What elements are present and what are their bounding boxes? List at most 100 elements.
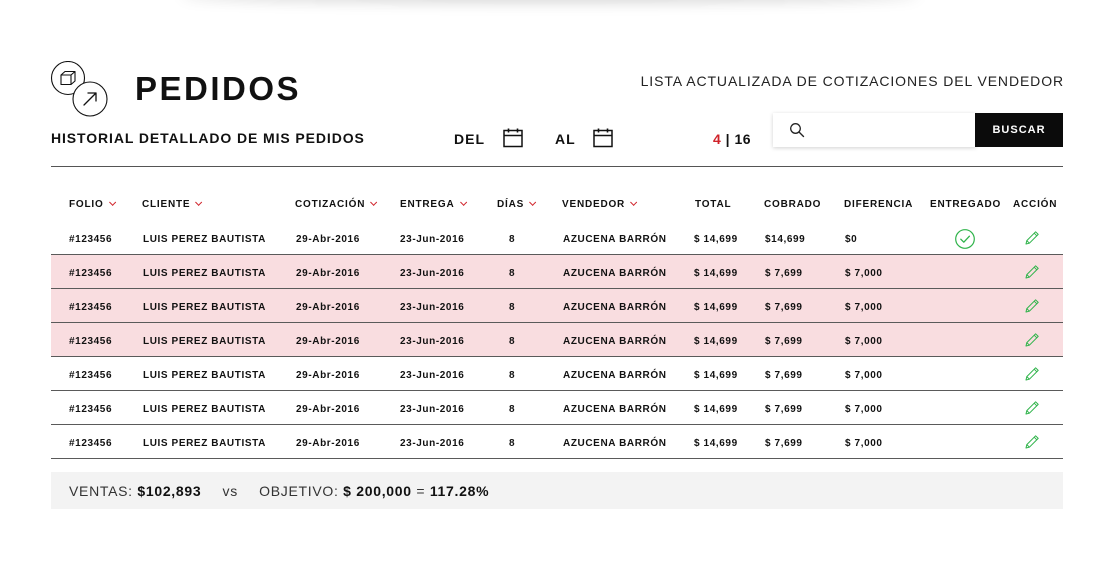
cell-diferencia: $ 7,000 xyxy=(845,336,883,347)
cell-vendedor: AZUCENA BARRÓN xyxy=(563,234,667,245)
column-header-vendedor[interactable]: VENDEDOR xyxy=(562,198,638,210)
chevron-down-icon xyxy=(195,198,203,206)
cell-diferencia: $ 7,000 xyxy=(845,370,883,381)
cell-entrega: 23-Jun-2016 xyxy=(400,268,465,279)
cell-diferencia: $ 7,000 xyxy=(845,404,883,415)
cell-total: $ 14,699 xyxy=(694,438,738,449)
pencil-icon[interactable] xyxy=(1023,365,1041,383)
cell-cobrado: $ 7,699 xyxy=(765,336,803,347)
page-title: PEDIDOS xyxy=(135,70,302,107)
pencil-icon[interactable] xyxy=(1023,297,1041,315)
cell-cliente: LUIS PEREZ BAUTISTA xyxy=(143,336,266,347)
cell-folio: #123456 xyxy=(69,336,113,347)
logo xyxy=(50,61,112,121)
search-box[interactable] xyxy=(773,113,976,147)
cell-folio: #123456 xyxy=(69,302,113,313)
column-header-cliente[interactable]: CLIENTE xyxy=(142,198,203,210)
cell-dias: 8 xyxy=(509,438,516,449)
search-button[interactable]: BUSCAR xyxy=(975,113,1063,147)
column-header-label: VENDEDOR xyxy=(562,199,626,210)
table-row: #123456 LUIS PEREZ BAUTISTA 29-Abr-2016 23-… xyxy=(51,323,1063,357)
cell-diferencia: $ 7,000 xyxy=(845,268,883,279)
cell-total: $ 14,699 xyxy=(694,404,738,415)
cell-total: $ 14,699 xyxy=(694,268,738,279)
cell-entrega: 23-Jun-2016 xyxy=(400,438,465,449)
column-header-label: DÍAS xyxy=(497,199,525,210)
column-header-label: ENTREGA xyxy=(400,199,455,210)
total-pages: 16 xyxy=(734,131,752,147)
page-subtitle: LISTA ACTUALIZADA DE COTIZACIONES DEL VE… xyxy=(640,73,1064,89)
pencil-icon[interactable] xyxy=(1023,433,1041,451)
pencil-icon[interactable] xyxy=(1023,229,1041,247)
cell-dias: 8 xyxy=(509,336,516,347)
cell-folio: #123456 xyxy=(69,370,113,381)
cell-cobrado: $ 7,699 xyxy=(765,370,803,381)
cell-entrega: 23-Jun-2016 xyxy=(400,336,465,347)
column-header-diferencia: DIFERENCIA xyxy=(844,199,913,210)
column-header-total: TOTAL xyxy=(695,199,731,210)
cell-dias: 8 xyxy=(509,268,516,279)
chevron-down-icon xyxy=(108,198,116,206)
cell-entrega: 23-Jun-2016 xyxy=(400,302,465,313)
date-to-label: AL xyxy=(555,131,576,147)
search-icon xyxy=(790,123,805,138)
cell-cotizacion: 29-Abr-2016 xyxy=(296,302,360,313)
pencil-icon[interactable] xyxy=(1023,331,1041,349)
section-title: HISTORIAL DETALLADO DE MIS PEDIDOS xyxy=(51,130,365,146)
cell-vendedor: AZUCENA BARRÓN xyxy=(563,370,667,381)
column-header-accion: ACCIÓN xyxy=(1013,199,1057,210)
pagination[interactable]: 4 | 16 xyxy=(713,131,751,147)
cell-cotizacion: 29-Abr-2016 xyxy=(296,268,360,279)
chevron-down-icon xyxy=(529,198,537,206)
cell-vendedor: AZUCENA BARRÓN xyxy=(563,404,667,415)
cell-cotizacion: 29-Abr-2016 xyxy=(296,370,360,381)
cell-entrega: 23-Jun-2016 xyxy=(400,370,465,381)
table-row: #123456 LUIS PEREZ BAUTISTA 29-Abr-2016 23-… xyxy=(51,391,1063,425)
cell-total: $ 14,699 xyxy=(694,336,738,347)
date-to-calendar-icon[interactable] xyxy=(592,127,614,149)
column-header-label: COBRADO xyxy=(764,199,822,210)
cell-cobrado: $ 7,699 xyxy=(765,302,803,313)
cell-total: $ 14,699 xyxy=(694,234,738,245)
table-row: #123456 LUIS PEREZ BAUTISTA 29-Abr-2016 23-… xyxy=(51,289,1063,323)
table-header: FOLIO CLIENTE COTIZACIÓN ENTREGA DÍAS VENDEDO… xyxy=(51,188,1063,221)
column-header-entrega[interactable]: ENTREGA xyxy=(400,198,467,210)
chevron-down-icon xyxy=(370,198,378,206)
chevron-down-icon xyxy=(459,198,467,206)
objetivo-value: $ 200,000 xyxy=(343,483,412,499)
check-circle-icon xyxy=(955,229,975,249)
column-header-dias[interactable]: DÍAS xyxy=(497,198,537,210)
column-header-label: ENTREGADO xyxy=(930,199,1002,210)
cell-folio: #123456 xyxy=(69,268,113,279)
column-header-label: ACCIÓN xyxy=(1013,199,1058,210)
cell-folio: #123456 xyxy=(69,404,113,415)
cell-vendedor: AZUCENA BARRÓN xyxy=(563,336,667,347)
cell-vendedor: AZUCENA BARRÓN xyxy=(563,268,667,279)
column-header-entregado: ENTREGADO xyxy=(930,199,1001,210)
pencil-icon[interactable] xyxy=(1023,263,1041,281)
pencil-icon[interactable] xyxy=(1023,399,1041,417)
cell-total: $ 14,699 xyxy=(694,370,738,381)
column-header-cotizacion[interactable]: COTIZACIÓN xyxy=(295,198,378,210)
date-from-label: DEL xyxy=(454,131,485,147)
cell-diferencia: $ 7,000 xyxy=(845,302,883,313)
date-from-calendar-icon[interactable] xyxy=(502,127,524,149)
cell-cotizacion: 29-Abr-2016 xyxy=(296,438,360,449)
sales-summary: VENTAS: $102,893 vs OBJETIVO: $ 200,000 … xyxy=(51,472,1063,509)
cell-cotizacion: 29-Abr-2016 xyxy=(296,336,360,347)
cell-cliente: LUIS PEREZ BAUTISTA xyxy=(143,234,266,245)
logo-graphic xyxy=(50,61,108,117)
table-body: #123456 LUIS PEREZ BAUTISTA 29-Abr-2016 23-… xyxy=(51,221,1063,459)
cell-cobrado: $14,699 xyxy=(765,234,806,245)
column-header-folio[interactable]: FOLIO xyxy=(69,198,116,210)
table-row: #123456 LUIS PEREZ BAUTISTA 29-Abr-2016 23-… xyxy=(51,221,1063,255)
equals-sign: = xyxy=(416,483,426,499)
cell-diferencia: $ 7,000 xyxy=(845,438,883,449)
table-row: #123456 LUIS PEREZ BAUTISTA 29-Abr-2016 23-… xyxy=(51,425,1063,459)
ventas-value: $102,893 xyxy=(137,483,202,499)
search-input[interactable] xyxy=(813,119,968,141)
column-header-label: DIFERENCIA xyxy=(844,199,914,210)
table-row: #123456 LUIS PEREZ BAUTISTA 29-Abr-2016 23-… xyxy=(51,255,1063,289)
cell-cliente: LUIS PEREZ BAUTISTA xyxy=(143,370,266,381)
cell-entrega: 23-Jun-2016 xyxy=(400,404,465,415)
